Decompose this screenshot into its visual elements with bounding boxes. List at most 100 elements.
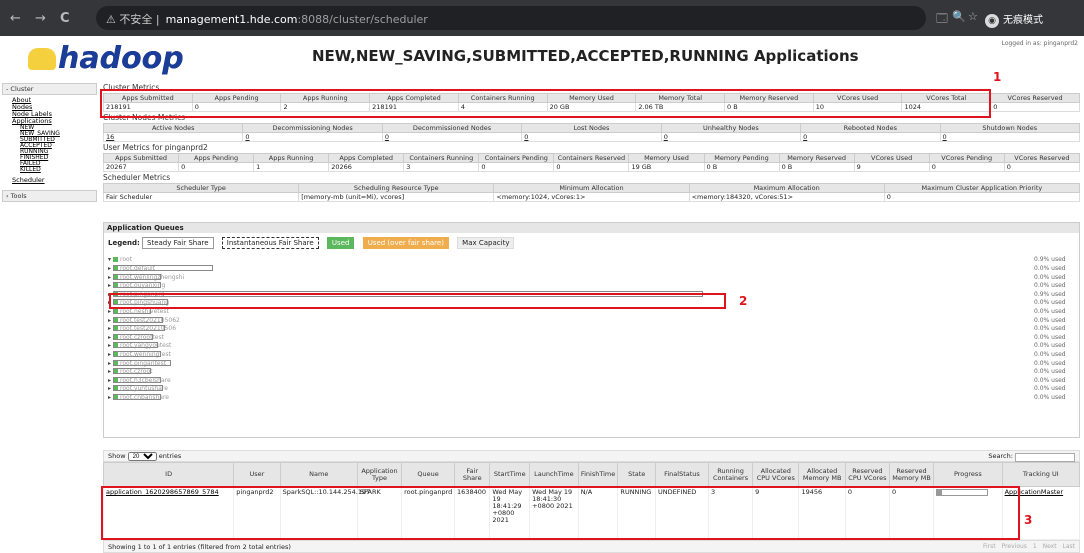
user-metric-value: 0 — [553, 162, 630, 172]
queue-item[interactable]: ▸ root.wenningtest — [108, 351, 171, 359]
sidebar-item-killed[interactable]: KILLED — [20, 167, 97, 173]
address-bar[interactable]: ⚠ 不安全 | management1.hde.com:8088/cluster/… — [96, 6, 926, 30]
queue-item[interactable]: ▸ root.pinganprd — [108, 290, 704, 299]
column-header[interactable]: State — [617, 462, 656, 487]
cell-start: Wed May 19 18:41:29 +0800 2021 — [489, 486, 531, 540]
expand-icon[interactable]: ▸ — [108, 308, 111, 315]
column-header[interactable]: Name — [279, 462, 358, 487]
tracking-ui-link[interactable]: ApplicationMaster — [1005, 488, 1064, 496]
queue-item[interactable]: ▸ root.pingshuang — [108, 299, 169, 307]
reload-icon[interactable]: C — [60, 11, 70, 26]
queue-item[interactable]: ▸ root.czroottest — [108, 333, 164, 342]
column-header[interactable]: FinalStatus — [654, 462, 709, 487]
queue-item[interactable]: ▸ root.czroot — [108, 368, 152, 376]
expand-icon[interactable]: ▸ — [108, 385, 111, 392]
progress-fill — [937, 490, 943, 495]
column-header[interactable]: FinishTime — [577, 462, 619, 487]
star-icon[interactable]: ☆ — [968, 10, 978, 23]
search-input[interactable] — [1015, 452, 1075, 462]
column-header[interactable]: Fair Share — [454, 462, 491, 487]
queue-bar — [113, 316, 164, 323]
scheduler-metrics-title: Scheduler Metrics — [103, 173, 171, 182]
expand-icon[interactable]: ▸ — [108, 265, 111, 272]
queue-item[interactable]: ▸ root.yuntushare — [108, 385, 168, 393]
node-metric-value[interactable]: 0 — [381, 132, 523, 142]
column-header[interactable]: ID — [102, 462, 235, 487]
expand-icon[interactable]: ▸ — [108, 317, 111, 324]
queue-used-pct: 0.0% used — [1034, 333, 1066, 341]
scheduler-metric-value: [memory-mb (unit=Mi), vcores] — [298, 192, 495, 202]
sidebar-tools-header[interactable]: › Tools — [2, 190, 97, 202]
expand-icon[interactable]: ▾ — [108, 256, 111, 263]
node-metric-value[interactable]: 16 — [102, 132, 244, 142]
entries-select[interactable]: 20 — [127, 452, 157, 461]
column-header[interactable]: Running Containers — [707, 462, 754, 487]
expand-icon[interactable]: ▸ — [108, 351, 111, 358]
queue-item[interactable]: ▸ root.default — [108, 265, 214, 273]
column-header[interactable]: Queue — [401, 462, 456, 487]
pager-first[interactable]: First — [983, 543, 996, 550]
queue-item[interactable]: ▸ root.test202105062 — [108, 316, 180, 325]
queue-item[interactable]: ▸ root.wenlingzhengshi — [108, 273, 184, 282]
node-metric-value[interactable]: 0 — [939, 132, 1081, 142]
queue-used-pct: 0.0% used — [1034, 299, 1066, 307]
pager-previous[interactable]: Previous — [1002, 543, 1027, 550]
queue-item[interactable]: ▸ root.yangyoutest — [108, 342, 171, 350]
queue-item[interactable]: ▸ root.neshivetest — [108, 308, 169, 316]
queue-item[interactable]: ▸ root.cnbanshare — [108, 394, 169, 402]
column-header[interactable]: Allocated CPU VCores — [752, 462, 800, 487]
column-header[interactable]: Reserved CPU VCores — [844, 462, 890, 487]
expand-icon[interactable]: ▸ — [108, 282, 111, 289]
queue-item[interactable]: ▸ root.pingantest — [108, 359, 172, 368]
back-icon[interactable]: ← — [10, 11, 21, 26]
pager-next[interactable]: Next — [1043, 543, 1057, 550]
expand-icon[interactable]: ▸ — [108, 334, 111, 341]
queue-item[interactable]: ▸ root.test20210506 — [108, 325, 176, 333]
hadoop-logo[interactable]: hadoop — [28, 41, 184, 76]
node-metric-value[interactable]: 0 — [242, 132, 383, 142]
expand-icon[interactable]: ▸ — [108, 299, 111, 306]
node-metric-value[interactable]: 0 — [800, 132, 941, 142]
sidebar-cluster-header[interactable]: - Cluster — [2, 83, 97, 95]
expand-icon[interactable]: ▸ — [108, 291, 111, 298]
user-metric-value: 20266 — [328, 162, 405, 172]
cluster-metric-header: Memory Total — [635, 93, 726, 103]
column-header[interactable]: Allocated Memory MB — [798, 462, 846, 487]
expand-icon[interactable]: ▸ — [108, 274, 111, 281]
column-header[interactable]: User — [233, 462, 281, 487]
queue-item[interactable]: ▸ root.h3cbelshare — [108, 376, 171, 385]
page-title: NEW,NEW_SAVING,SUBMITTED,ACCEPTED,RUNNIN… — [312, 47, 859, 65]
queue-item[interactable]: ▸ root.ouyanxing — [108, 282, 165, 290]
expand-icon[interactable]: ▸ — [108, 368, 111, 375]
forward-icon[interactable]: → — [35, 11, 46, 26]
sidebar-item-scheduler[interactable]: Scheduler — [12, 177, 97, 184]
expand-icon[interactable]: ▸ — [108, 325, 111, 332]
queue-bar — [113, 359, 172, 366]
app-id-link[interactable]: application_1620298657869_5784 — [106, 488, 219, 496]
column-header[interactable]: Application Type — [356, 462, 403, 487]
node-metric-value[interactable]: 0 — [660, 132, 802, 142]
queue-used-pct: 0.0% used — [1034, 316, 1066, 324]
incognito-badge[interactable]: ◉ 无痕模式 — [985, 8, 1043, 28]
expand-icon[interactable]: ▸ — [108, 377, 111, 384]
column-header[interactable]: Progress — [933, 462, 1003, 487]
user-metric-header: Apps Submitted — [102, 153, 180, 163]
column-header[interactable]: Reserved Memory MB — [888, 462, 935, 487]
pager-last[interactable]: Last — [1063, 543, 1076, 550]
pager-page-1[interactable]: 1 — [1033, 543, 1037, 550]
expand-icon[interactable]: ▸ — [108, 360, 111, 367]
user-metric-value: 0 B — [703, 162, 780, 172]
expand-icon[interactable]: ▸ — [108, 342, 111, 349]
expand-icon[interactable]: ▸ — [108, 394, 111, 401]
insecure-label: ⚠ 不安全 | — [106, 13, 160, 26]
zoom-icon[interactable]: 🔍 — [952, 10, 966, 23]
queue-root[interactable]: ▾ root — [108, 256, 132, 264]
user-metric-header: Containers Reserved — [553, 153, 630, 163]
queue-bar — [113, 342, 159, 349]
node-metric-value[interactable]: 0 — [521, 132, 662, 142]
column-header[interactable]: LaunchTime — [529, 462, 579, 487]
table-row: application_1620298657869_5784 pinganprd… — [102, 486, 1081, 540]
column-header[interactable]: Tracking UI — [1001, 462, 1081, 487]
column-header[interactable]: StartTime — [489, 462, 531, 487]
translate-icon[interactable]: 🗔 — [936, 10, 948, 29]
